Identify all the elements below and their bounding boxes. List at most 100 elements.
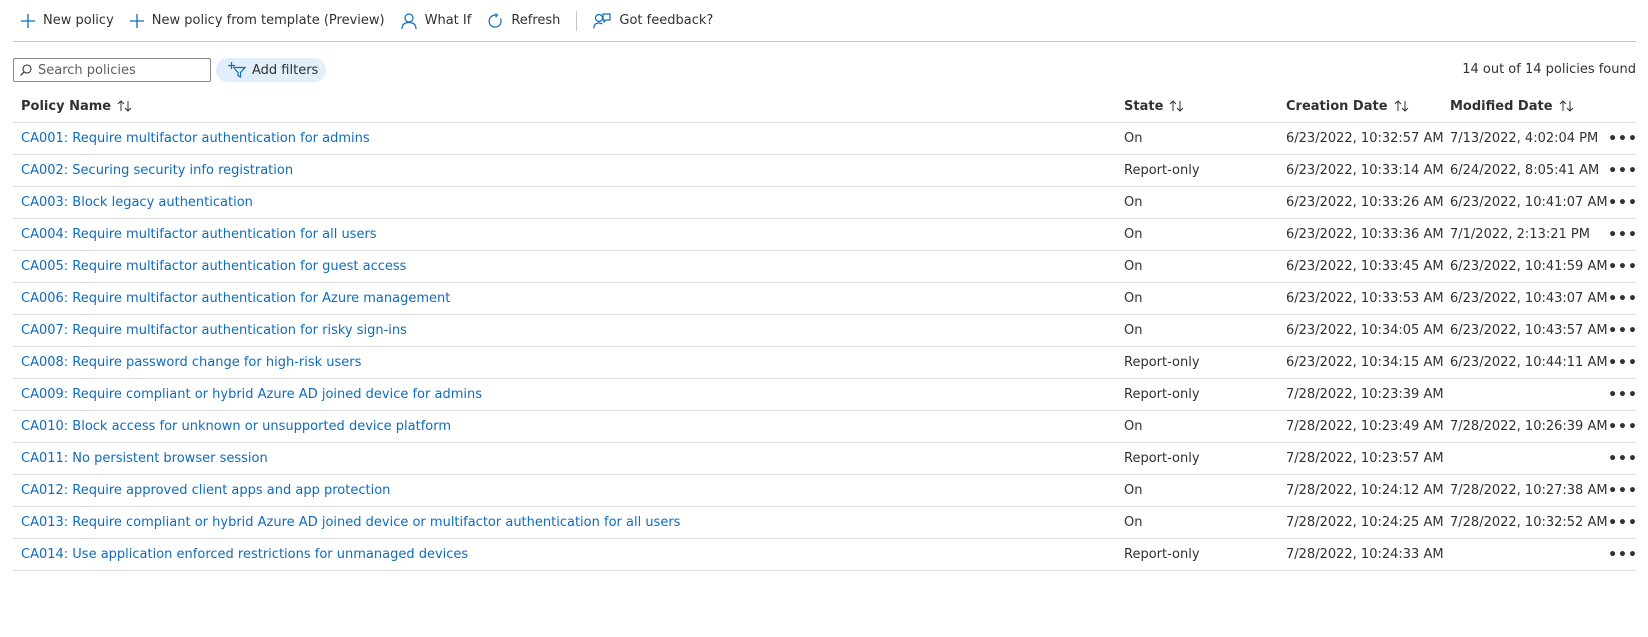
policy-name-cell: CA008: Require password change for high-…: [21, 347, 361, 378]
policy-state: Report-only: [1124, 387, 1200, 402]
policy-name-link[interactable]: CA013: Require compliant or hybrid Azure…: [21, 515, 680, 530]
policy-name-link[interactable]: CA012: Require approved client apps and …: [21, 483, 390, 498]
policy-name-link[interactable]: CA007: Require multifactor authenticatio…: [21, 323, 407, 338]
policy-name-cell: CA002: Securing security info registrati…: [21, 155, 293, 186]
table-row: CA013: Require compliant or hybrid Azure…: [13, 507, 1638, 539]
add-filters-label: Add filters: [252, 62, 319, 78]
policy-creation-date: 6/23/2022, 10:32:57 AM: [1286, 131, 1444, 146]
policy-name-cell: CA013: Require compliant or hybrid Azure…: [21, 507, 680, 538]
policy-name-link[interactable]: CA004: Require multifactor authenticatio…: [21, 227, 377, 242]
policy-modified-date: 7/28/2022, 10:32:52 AM: [1450, 515, 1608, 530]
row-more-button[interactable]: •••: [1608, 283, 1637, 314]
table-row: CA001: Require multifactor authenticatio…: [13, 123, 1637, 155]
result-count: 14 out of 14 policies found: [1462, 62, 1636, 77]
policy-modified-date: 7/1/2022, 2:13:21 PM: [1450, 227, 1590, 242]
row-more-button[interactable]: •••: [1608, 507, 1638, 538]
table-row: CA014: Use application enforced restrict…: [13, 539, 1637, 571]
feedback-label: Got feedback?: [619, 13, 714, 28]
policy-state: On: [1124, 291, 1143, 306]
policy-name-link[interactable]: CA003: Block legacy authentication: [21, 195, 253, 210]
more-icon: •••: [1608, 450, 1638, 467]
table-row: CA007: Require multifactor authenticatio…: [13, 315, 1637, 347]
policy-creation-date: 7/28/2022, 10:24:25 AM: [1286, 515, 1444, 530]
table-row: CA012: Require approved client apps and …: [13, 475, 1638, 507]
policy-state: On: [1124, 483, 1143, 498]
refresh-button[interactable]: Refresh: [479, 0, 568, 41]
policy-modified-date: 6/23/2022, 10:43:57 AM: [1450, 323, 1608, 338]
policy-state: Report-only: [1124, 451, 1200, 466]
policy-state: Report-only: [1124, 163, 1200, 178]
row-more-button[interactable]: •••: [1608, 411, 1637, 442]
row-more-button[interactable]: •••: [1608, 347, 1638, 378]
policy-modified-date: 6/23/2022, 10:43:07 AM: [1450, 291, 1608, 306]
row-more-button[interactable]: •••: [1608, 123, 1637, 154]
row-more-button[interactable]: •••: [1608, 539, 1637, 570]
row-more-button[interactable]: •••: [1608, 379, 1637, 410]
row-more-button[interactable]: •••: [1608, 315, 1637, 346]
policy-name-cell: CA006: Require multifactor authenticatio…: [21, 283, 450, 314]
row-more-button[interactable]: •••: [1608, 187, 1637, 218]
policy-name-link[interactable]: CA009: Require compliant or hybrid Azure…: [21, 387, 482, 402]
more-icon: •••: [1608, 514, 1638, 531]
row-more-button[interactable]: •••: [1608, 155, 1638, 186]
more-icon: •••: [1608, 162, 1638, 179]
feedback-button[interactable]: Got feedback?: [585, 0, 721, 41]
policy-state: Report-only: [1124, 547, 1200, 562]
policy-creation-date: 7/28/2022, 10:23:39 AM: [1286, 387, 1444, 402]
policy-name-link[interactable]: CA014: Use application enforced restrict…: [21, 547, 468, 562]
sort-icon: [117, 100, 132, 112]
policy-creation-date: 7/28/2022, 10:24:33 AM: [1286, 547, 1444, 562]
policy-modified-date: 6/23/2022, 10:44:11 AM: [1450, 355, 1608, 370]
policy-creation-date: 6/23/2022, 10:33:14 AM: [1286, 163, 1444, 178]
policies-table: Policy Name State Creation Date Modified…: [13, 90, 1638, 571]
policy-name-link[interactable]: CA005: Require multifactor authenticatio…: [21, 259, 406, 274]
policy-creation-date: 7/28/2022, 10:23:49 AM: [1286, 419, 1444, 434]
what-if-button[interactable]: What If: [393, 0, 480, 41]
new-policy-label: New policy: [43, 13, 114, 28]
row-more-button[interactable]: •••: [1608, 251, 1637, 282]
column-header-modified-date[interactable]: Modified Date: [1450, 90, 1575, 122]
policy-creation-date: 6/23/2022, 10:33:36 AM: [1286, 227, 1444, 242]
add-filter-icon: [228, 62, 246, 78]
policy-state: On: [1124, 195, 1143, 210]
search-input[interactable]: [38, 62, 198, 78]
refresh-label: Refresh: [511, 13, 561, 28]
policy-state: On: [1124, 419, 1143, 434]
policy-modified-date: 7/28/2022, 10:26:39 AM: [1450, 419, 1608, 434]
table-row: CA003: Block legacy authentication On 6/23…: [13, 187, 1637, 219]
policy-creation-date: 6/23/2022, 10:33:53 AM: [1286, 291, 1444, 306]
new-policy-button[interactable]: New policy: [13, 0, 122, 41]
row-more-button[interactable]: •••: [1608, 443, 1638, 474]
policy-creation-date: 6/23/2022, 10:34:05 AM: [1286, 323, 1444, 338]
sort-icon: [1559, 100, 1573, 112]
policy-name-link[interactable]: CA008: Require password change for high-…: [21, 355, 361, 370]
policy-name-link[interactable]: CA001: Require multifactor authenticatio…: [21, 131, 370, 146]
column-header-state[interactable]: State: [1124, 90, 1185, 122]
table-body: CA001: Require multifactor authenticatio…: [13, 123, 1638, 571]
add-filters-button[interactable]: Add filters: [216, 58, 326, 82]
more-icon: •••: [1608, 354, 1638, 371]
policy-name-link[interactable]: CA010: Block access for unknown or unsup…: [21, 419, 451, 434]
policy-state: On: [1124, 227, 1143, 242]
filter-bar: Add filters 14 out of 14 policies found: [13, 58, 1636, 82]
policy-name-link[interactable]: CA002: Securing security info registrati…: [21, 163, 293, 178]
row-more-button[interactable]: •••: [1608, 219, 1637, 250]
policy-modified-date: 6/24/2022, 8:05:41 AM: [1450, 163, 1600, 178]
policy-name-cell: CA010: Block access for unknown or unsup…: [21, 411, 451, 442]
policy-name-link[interactable]: CA011: No persistent browser session: [21, 451, 268, 466]
policy-name-link[interactable]: CA006: Require multifactor authenticatio…: [21, 291, 450, 306]
policy-name-cell: CA007: Require multifactor authenticatio…: [21, 315, 407, 346]
policy-name-cell: CA014: Use application enforced restrict…: [21, 539, 468, 570]
column-header-label: Modified Date: [1450, 98, 1553, 114]
column-header-policy-name[interactable]: Policy Name: [21, 90, 133, 122]
toolbar-divider: [576, 10, 578, 31]
new-policy-from-template-button[interactable]: New policy from template (Preview): [122, 0, 393, 41]
policy-creation-date: 6/23/2022, 10:34:15 AM: [1286, 355, 1444, 370]
more-icon: •••: [1608, 482, 1638, 499]
search-box[interactable]: [13, 58, 211, 82]
plus-icon: [129, 13, 144, 28]
column-header-label: Creation Date: [1286, 98, 1388, 114]
column-header-creation-date[interactable]: Creation Date: [1286, 90, 1410, 122]
policy-state: On: [1124, 131, 1143, 146]
row-more-button[interactable]: •••: [1608, 475, 1638, 506]
